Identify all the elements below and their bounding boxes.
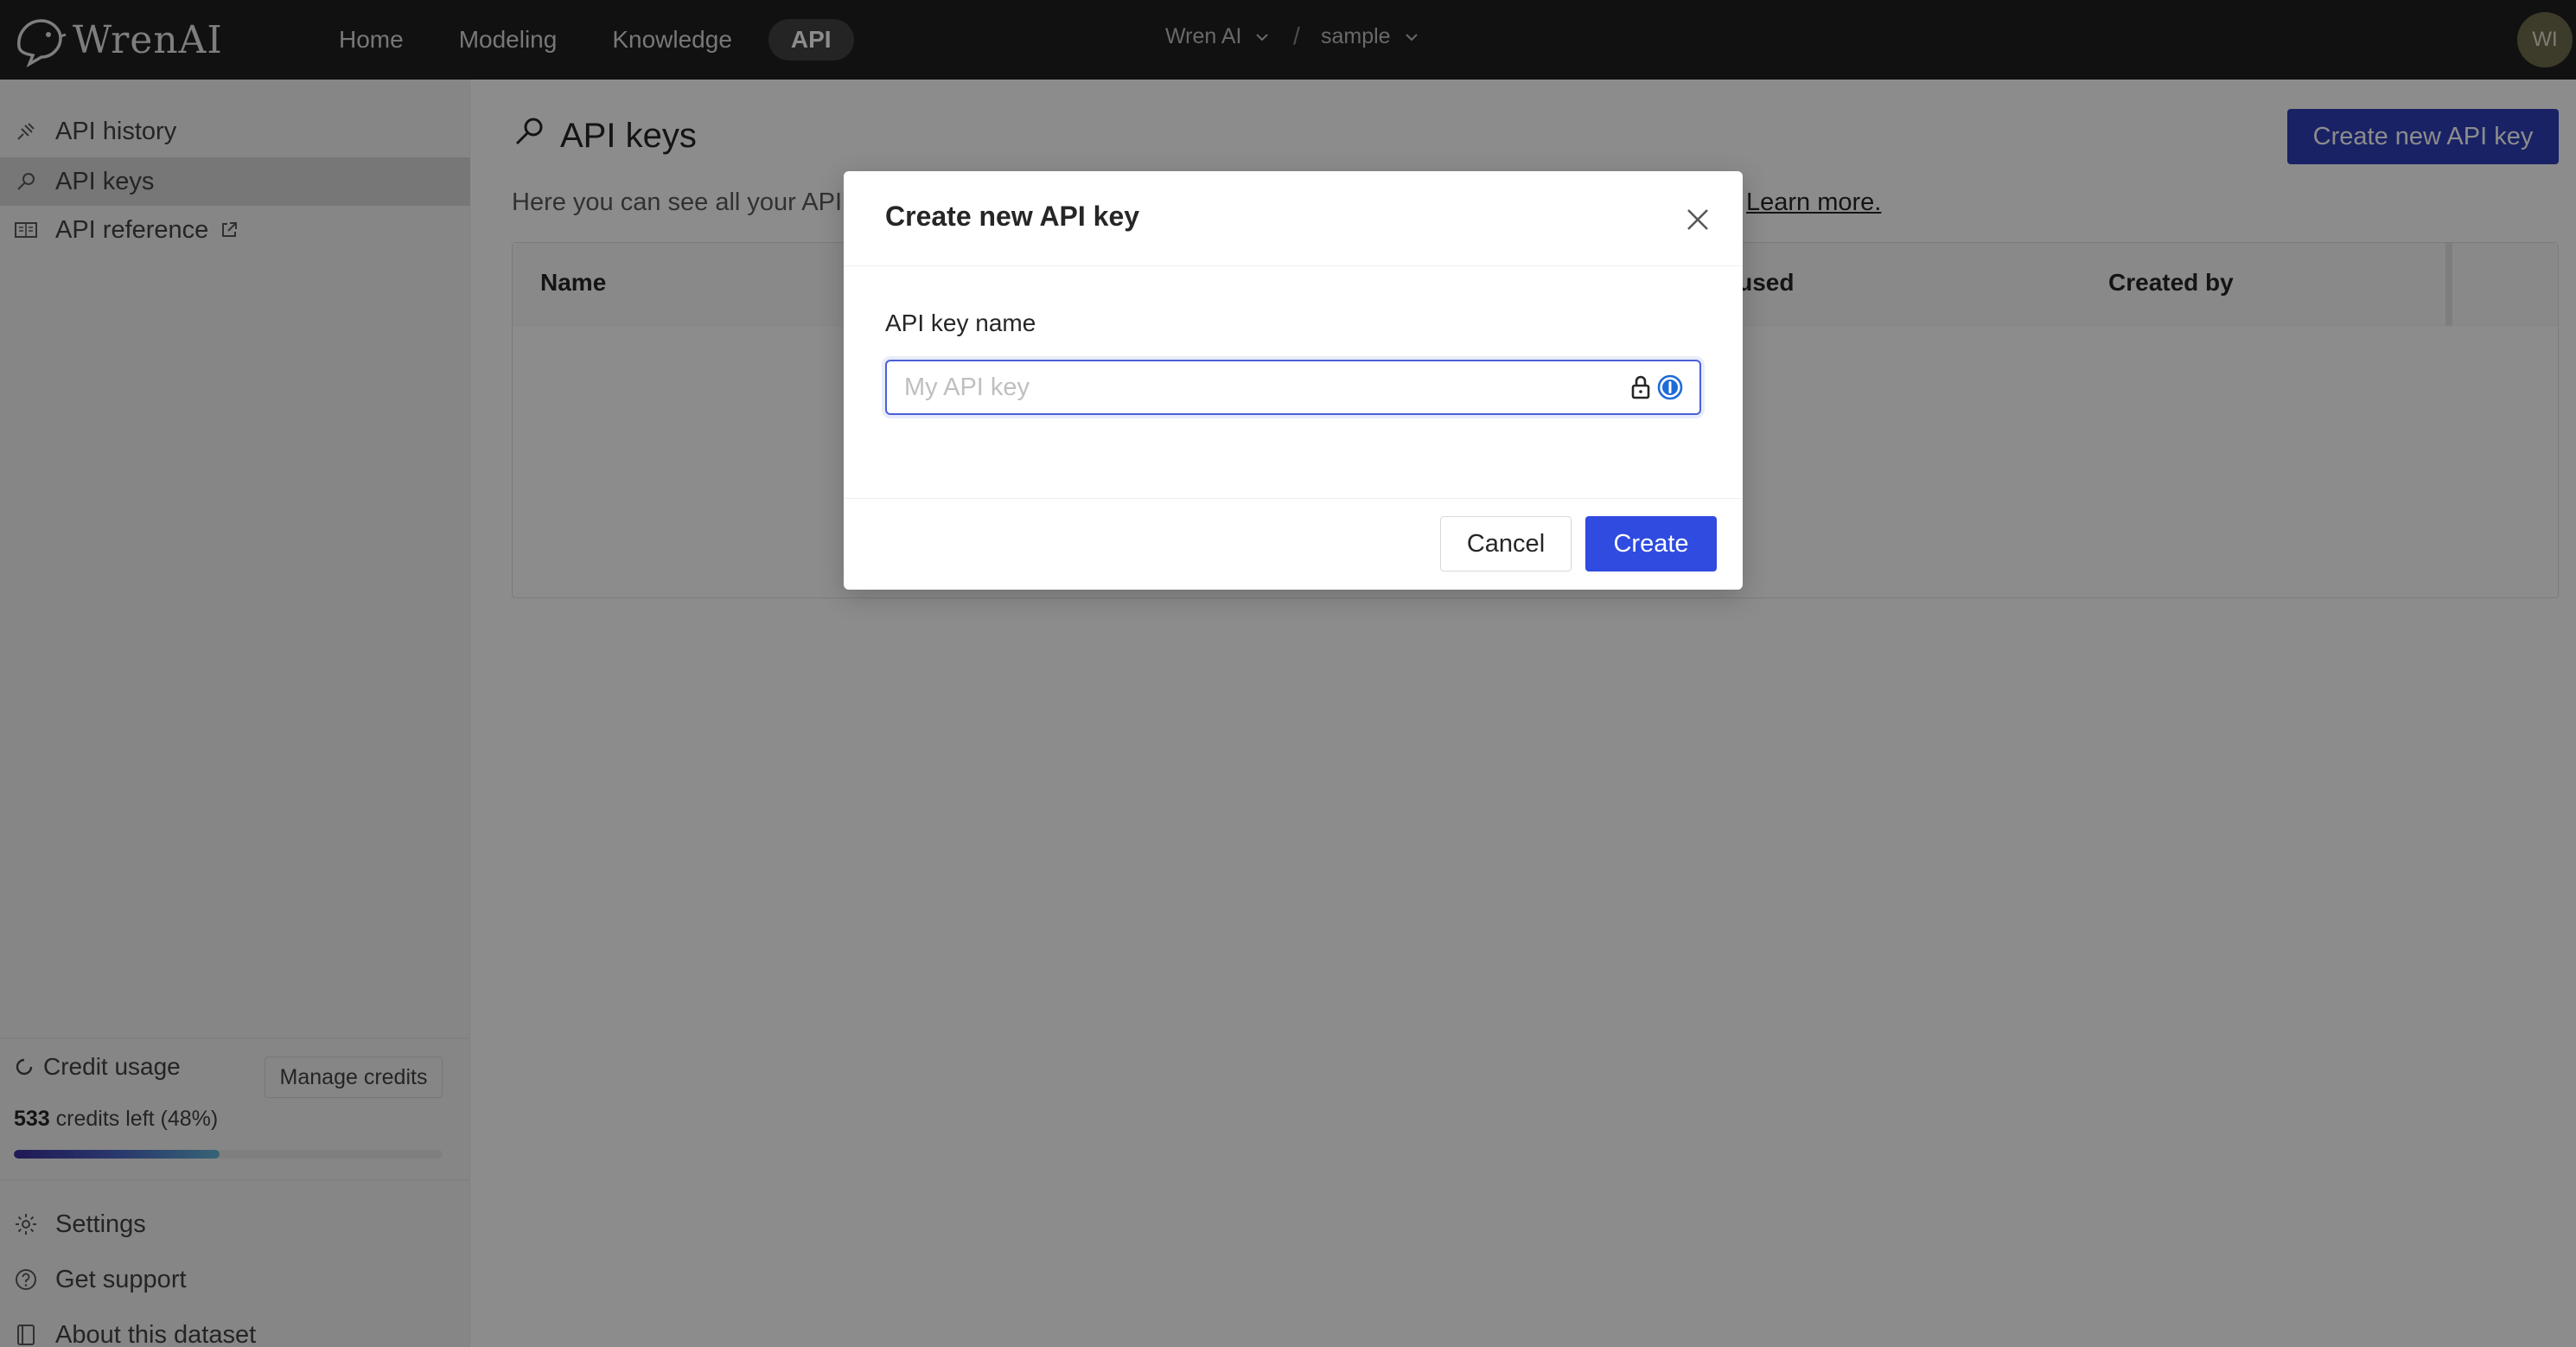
modal-title: Create new API key: [885, 201, 1140, 232]
api-key-name-input[interactable]: [904, 361, 1613, 413]
api-key-name-field[interactable]: [885, 360, 1701, 415]
lock-icon: [1631, 375, 1650, 399]
modal-footer: Cancel Create: [844, 498, 1743, 590]
api-key-name-label: API key name: [885, 310, 1036, 336]
close-icon: [1687, 209, 1708, 230]
modal-header: Create new API key: [844, 171, 1743, 266]
close-button[interactable]: [1680, 202, 1715, 237]
cancel-button[interactable]: Cancel: [1440, 516, 1572, 571]
create-button[interactable]: Create: [1585, 516, 1717, 571]
password-manager-icons[interactable]: [1629, 373, 1684, 401]
password-manager-icon: [1657, 374, 1683, 400]
create-api-key-modal: Create new API key API key name Cancel C…: [844, 171, 1743, 590]
